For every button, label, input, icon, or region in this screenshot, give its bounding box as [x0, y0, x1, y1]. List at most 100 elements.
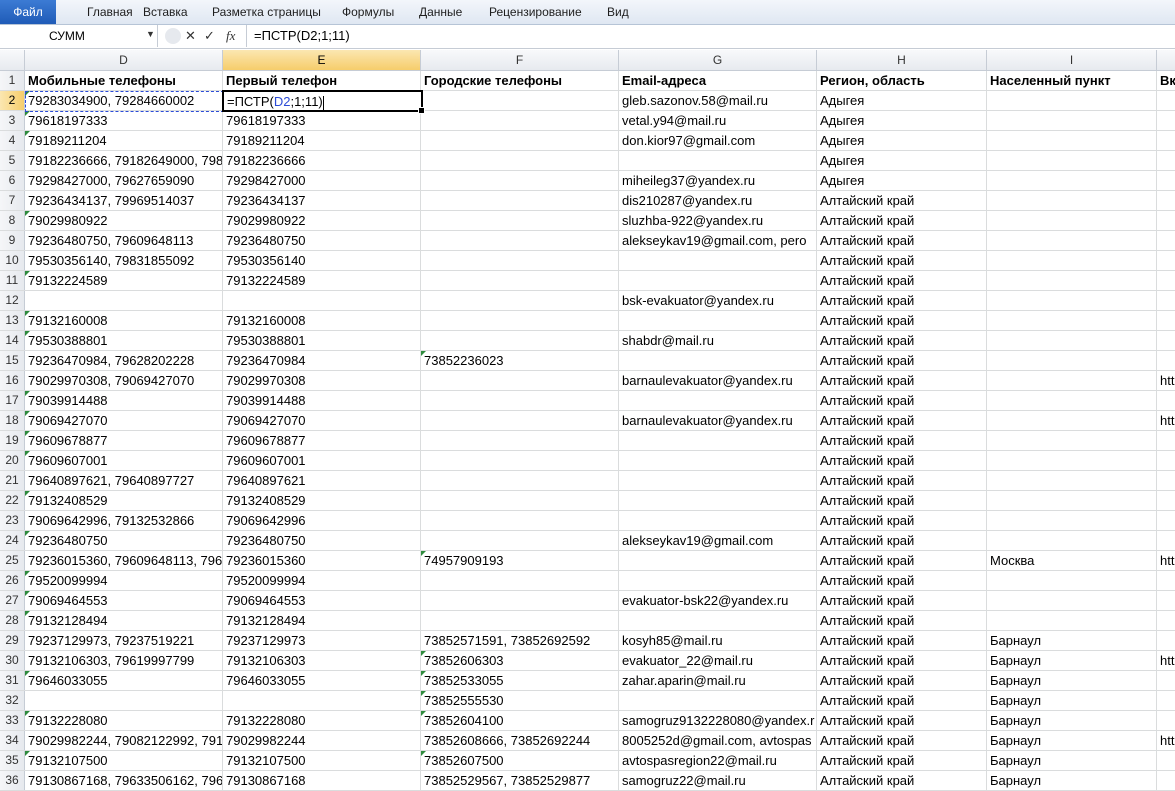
row-number[interactable]: 5	[0, 151, 25, 170]
cell-first-phone[interactable]: 79132128494	[223, 611, 421, 630]
cell-mobile[interactable]: 79530356140, 79831855092	[25, 251, 223, 270]
cell-vk[interactable]	[1157, 571, 1175, 590]
cell-vk[interactable]: htt	[1157, 371, 1175, 390]
cell-city[interactable]: Барнаул	[987, 731, 1157, 750]
row-number[interactable]: 30	[0, 651, 25, 670]
row-number[interactable]: 32	[0, 691, 25, 710]
cell-mobile[interactable]: 79029980922	[25, 211, 223, 230]
chevron-down-icon[interactable]: ▼	[146, 29, 155, 39]
cell-mobile[interactable]: 79132408529	[25, 491, 223, 510]
cell-region[interactable]: Алтайский край	[817, 271, 987, 290]
cell-email[interactable]: sluzhba-922@yandex.ru	[619, 211, 817, 230]
cell-landline[interactable]: 73852236023	[421, 351, 619, 370]
cell-mobile[interactable]: 79646033055	[25, 671, 223, 690]
row-number[interactable]: 9	[0, 231, 25, 250]
row-number[interactable]: 7	[0, 191, 25, 210]
cell-landline[interactable]	[421, 151, 619, 170]
cell-region[interactable]: Алтайский край	[817, 511, 987, 530]
cell-vk[interactable]	[1157, 331, 1175, 350]
cell-region[interactable]: Адыгея	[817, 131, 987, 150]
cell-first-phone[interactable]: 79132224589	[223, 271, 421, 290]
cell-landline[interactable]: 73852607500	[421, 751, 619, 770]
cell-mobile[interactable]: 79182236666, 79182649000, 7988	[25, 151, 223, 170]
cell-city[interactable]	[987, 491, 1157, 510]
cell-mobile[interactable]: 79236480750, 79609648113	[25, 231, 223, 250]
cell-first-phone[interactable]: 79130867168	[223, 771, 421, 790]
cell-first-phone[interactable]: 79609607001	[223, 451, 421, 470]
cell-landline[interactable]: 73852571591, 73852692592	[421, 631, 619, 650]
cell-email[interactable]: bsk-evakuator@yandex.ru	[619, 291, 817, 310]
cell-landline[interactable]	[421, 391, 619, 410]
row-number[interactable]: 18	[0, 411, 25, 430]
cell-city[interactable]	[987, 131, 1157, 150]
cancel-icon[interactable]: ✕	[185, 28, 196, 44]
cell-email[interactable]	[619, 471, 817, 490]
cell-city[interactable]: Барнаул	[987, 631, 1157, 650]
cell-first-phone[interactable]: 79182236666	[223, 151, 421, 170]
cell-region[interactable]: Алтайский край	[817, 451, 987, 470]
cell-mobile[interactable]: 79069464553	[25, 591, 223, 610]
cell-vk[interactable]	[1157, 531, 1175, 550]
header-landline-phones[interactable]: Городские телефоны	[421, 71, 619, 90]
cell-city[interactable]	[987, 471, 1157, 490]
cell-region[interactable]: Алтайский край	[817, 331, 987, 350]
cell-vk[interactable]	[1157, 491, 1175, 510]
cell-city[interactable]	[987, 111, 1157, 130]
cell-region[interactable]: Алтайский край	[817, 591, 987, 610]
cell-email[interactable]	[619, 511, 817, 530]
header-first-phone[interactable]: Первый телефон	[223, 71, 421, 90]
cell-region[interactable]: Адыгея	[817, 171, 987, 190]
cell-email[interactable]: don.kior97@gmail.com	[619, 131, 817, 150]
cell-vk[interactable]	[1157, 631, 1175, 650]
cell-first-phone[interactable]: 79236480750	[223, 531, 421, 550]
row-number[interactable]: 29	[0, 631, 25, 650]
cell-region[interactable]: Алтайский край	[817, 671, 987, 690]
cell-landline[interactable]	[421, 491, 619, 510]
row-number[interactable]: 36	[0, 771, 25, 790]
cell-city[interactable]	[987, 271, 1157, 290]
cell-city[interactable]: Барнаул	[987, 771, 1157, 790]
cell-mobile[interactable]: 79132128494	[25, 611, 223, 630]
cell-first-phone[interactable]: 79029980922	[223, 211, 421, 230]
cell-city[interactable]	[987, 431, 1157, 450]
cell-city[interactable]	[987, 291, 1157, 310]
cell-first-phone[interactable]: 79132228080	[223, 711, 421, 730]
cell-mobile[interactable]: 79132160008	[25, 311, 223, 330]
cell-first-phone[interactable]: 79132160008	[223, 311, 421, 330]
cell-email[interactable]	[619, 691, 817, 710]
cell-region[interactable]: Алтайский край	[817, 751, 987, 770]
cell-city[interactable]	[987, 211, 1157, 230]
cell-city[interactable]	[987, 171, 1157, 190]
cell-vk[interactable]	[1157, 231, 1175, 250]
active-cell-e2[interactable]: =ПСТР(D2;1;11)	[222, 90, 425, 114]
cell-vk[interactable]	[1157, 291, 1175, 310]
cell-landline[interactable]	[421, 611, 619, 630]
cell-region[interactable]: Алтайский край	[817, 371, 987, 390]
cell-mobile[interactable]: 79189211204	[25, 131, 223, 150]
cell-city[interactable]	[987, 571, 1157, 590]
cell-region[interactable]: Алтайский край	[817, 491, 987, 510]
cell-landline[interactable]	[421, 251, 619, 270]
cell-mobile[interactable]: 79298427000, 79627659090	[25, 171, 223, 190]
row-number[interactable]: 23	[0, 511, 25, 530]
cell-vk[interactable]	[1157, 471, 1175, 490]
cell-vk[interactable]	[1157, 511, 1175, 530]
row-number[interactable]: 34	[0, 731, 25, 750]
cell-email[interactable]: miheileg37@yandex.ru	[619, 171, 817, 190]
cell-email[interactable]: alekseykav19@gmail.com, pero	[619, 231, 817, 250]
row-number[interactable]: 28	[0, 611, 25, 630]
cell-email[interactable]: dis210287@yandex.ru	[619, 191, 817, 210]
row-number[interactable]: 14	[0, 331, 25, 350]
cell-vk[interactable]	[1157, 591, 1175, 610]
cell-mobile[interactable]: 79029970308, 79069427070	[25, 371, 223, 390]
cell-vk[interactable]: htt	[1157, 731, 1175, 750]
cell-first-phone[interactable]: 79236470984	[223, 351, 421, 370]
column-header-f[interactable]: F	[421, 50, 619, 70]
row-number[interactable]: 13	[0, 311, 25, 330]
cell-landline[interactable]	[421, 511, 619, 530]
cell-city[interactable]	[987, 191, 1157, 210]
cell-landline[interactable]	[421, 431, 619, 450]
cell-mobile[interactable]: 79039914488	[25, 391, 223, 410]
cell-email[interactable]	[619, 611, 817, 630]
row-number[interactable]: 12	[0, 291, 25, 310]
